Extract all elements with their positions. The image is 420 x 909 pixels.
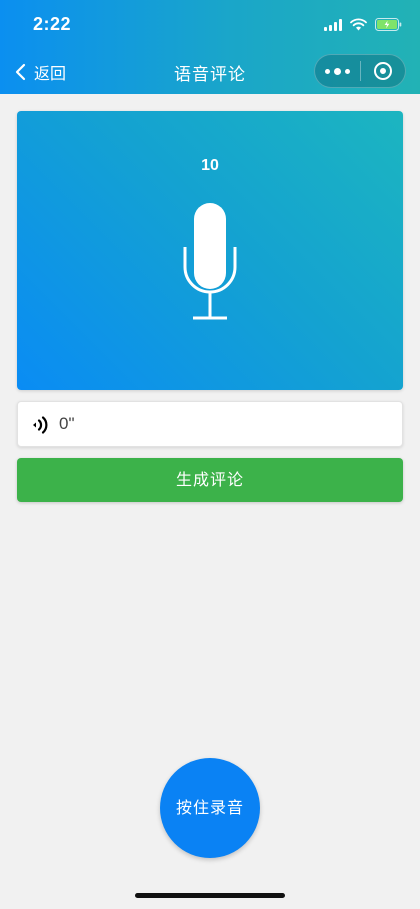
battery-icon xyxy=(375,17,402,31)
status-time: 2:22 xyxy=(33,14,72,34)
hold-to-record-button[interactable]: 按住录音 xyxy=(160,758,260,858)
recording-panel: 10 xyxy=(17,111,403,390)
home-indicator xyxy=(135,893,285,898)
nav-bar: 返回 语音评论 xyxy=(0,52,420,92)
audio-duration: 0" xyxy=(59,414,75,433)
generate-comment-button[interactable]: 生成评论 xyxy=(17,458,403,502)
more-button[interactable] xyxy=(315,55,360,87)
microphone-icon xyxy=(183,203,237,320)
wifi-icon xyxy=(350,18,367,30)
countdown-text: 10 xyxy=(201,157,219,174)
close-button[interactable] xyxy=(361,55,406,87)
capsule-menu xyxy=(314,54,406,88)
status-icons xyxy=(324,16,402,32)
signal-icon xyxy=(324,18,342,31)
speaker-icon xyxy=(33,416,48,434)
more-dots-icon xyxy=(324,67,350,75)
top-bar: 2:22 返回 语音评论 xyxy=(0,0,420,94)
audio-playback-bar[interactable]: 0" xyxy=(17,401,403,447)
status-bar: 2:22 xyxy=(0,0,420,50)
close-target-icon xyxy=(373,62,392,80)
